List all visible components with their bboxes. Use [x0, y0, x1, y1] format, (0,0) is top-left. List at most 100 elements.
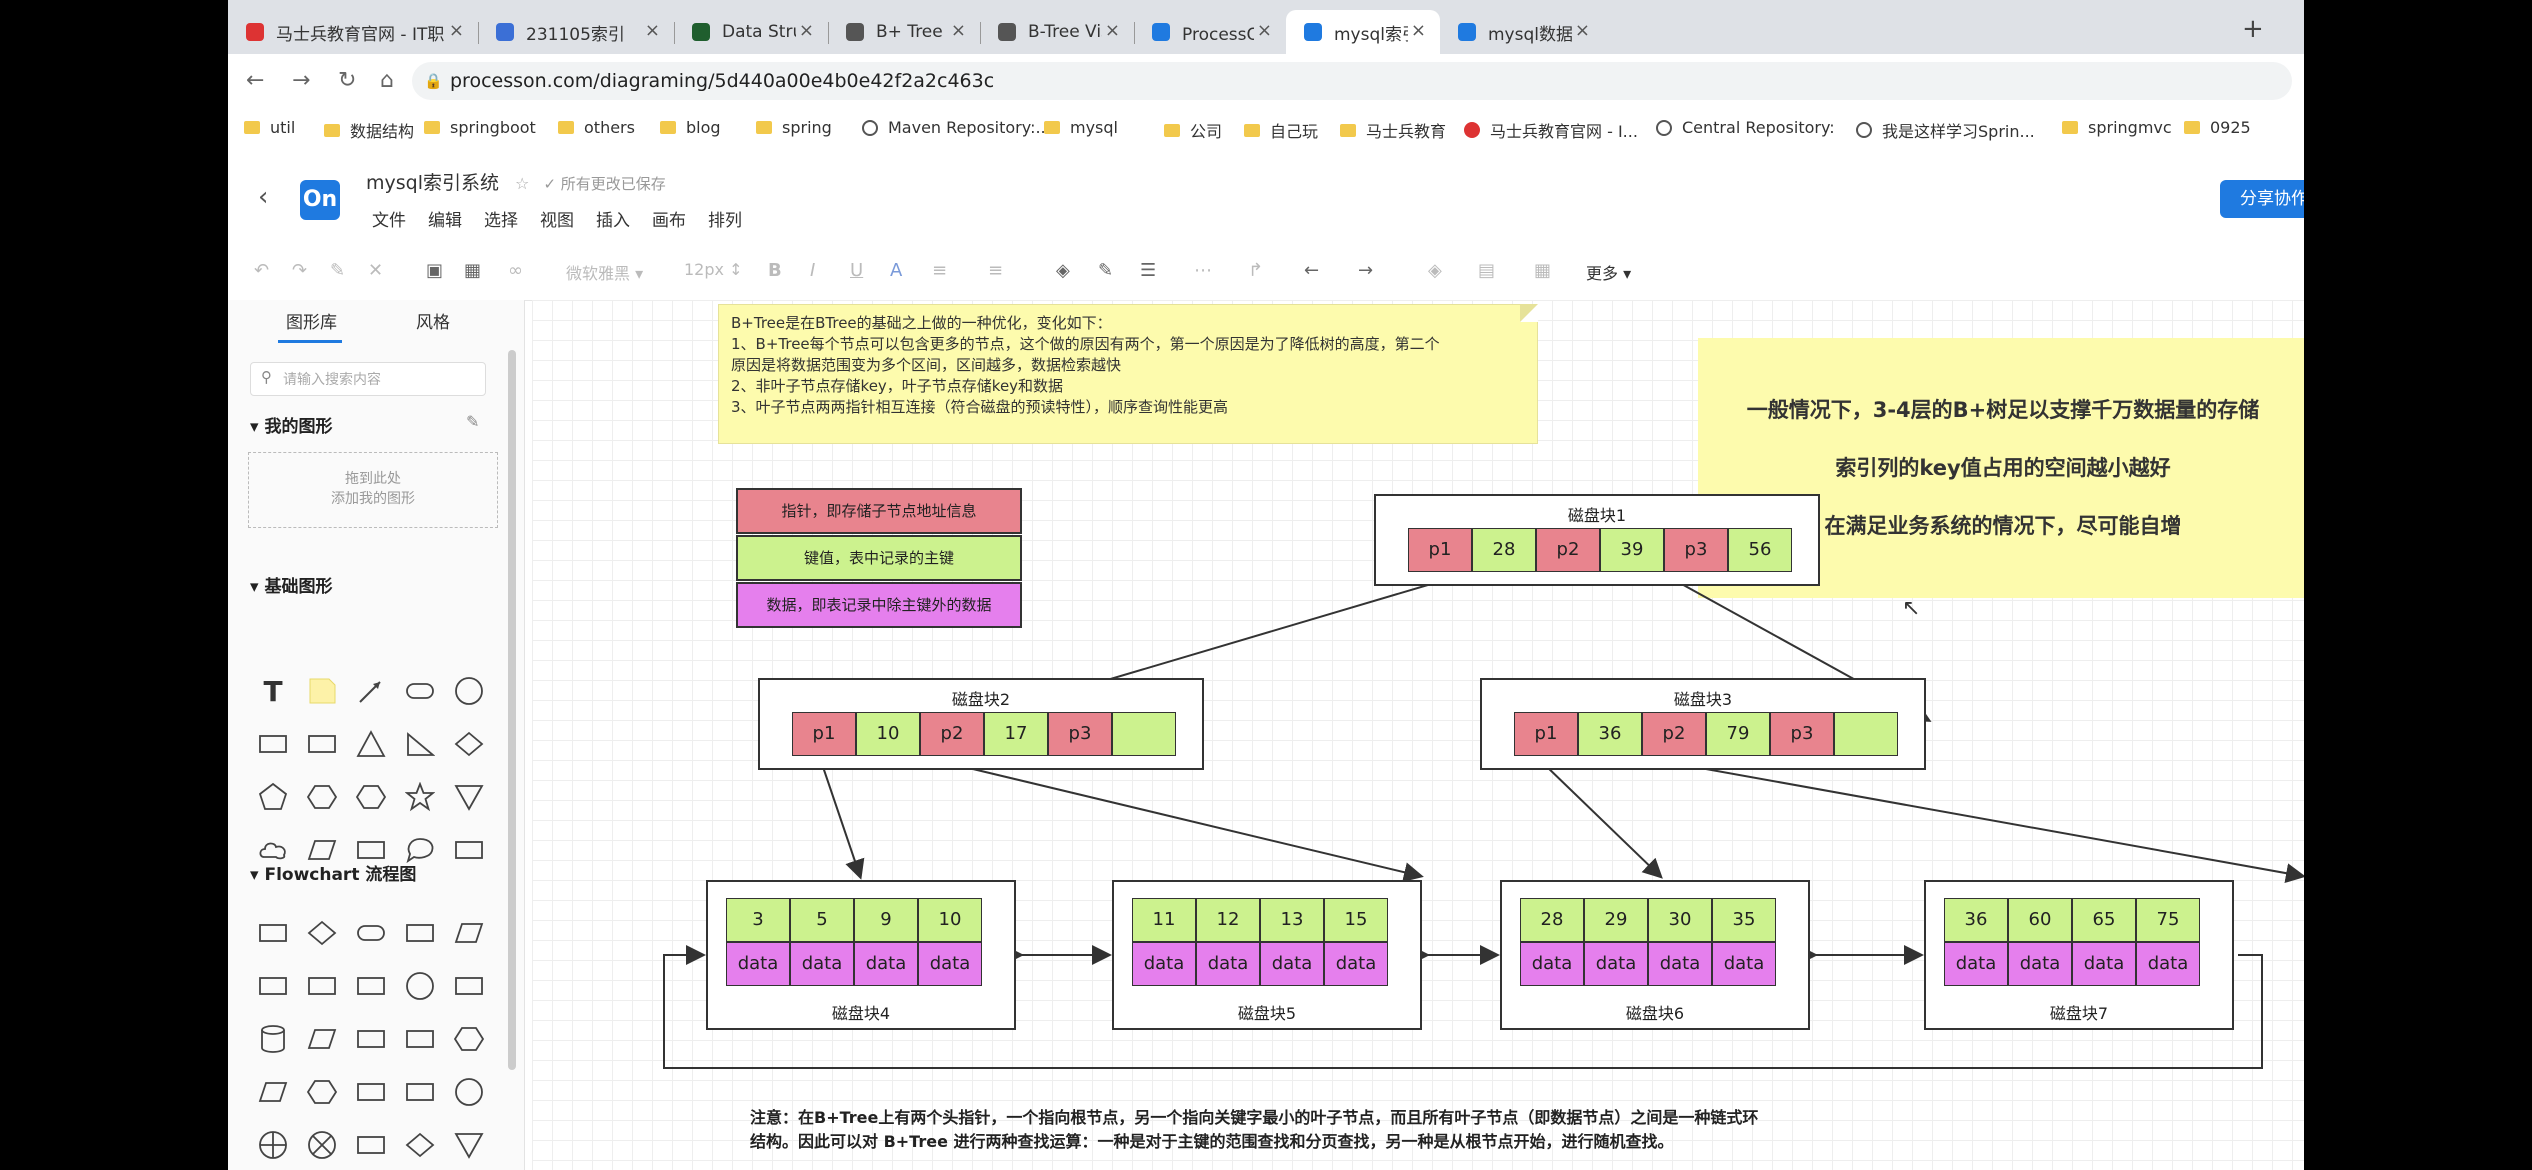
data-cell[interactable]: data	[854, 942, 918, 986]
direct-data-icon[interactable]	[454, 971, 484, 1001]
key-cell[interactable]: 79	[1706, 712, 1770, 756]
bookmark-4[interactable]: others	[558, 118, 635, 137]
data-cell[interactable]: data	[1324, 942, 1388, 986]
link-icon[interactable]: ∞	[508, 260, 523, 281]
more-menu[interactable]: 更多 ▾	[1586, 260, 1631, 284]
bookmark-15[interactable]: springmvc	[2062, 118, 2172, 137]
rect-icon[interactable]	[307, 729, 337, 759]
panel-scrollbar[interactable]	[508, 350, 516, 1070]
parallel-mode-icon[interactable]	[356, 1077, 386, 1107]
pointer-cell[interactable]: p3	[1770, 712, 1834, 756]
clear-format-icon[interactable]: ✕	[368, 260, 383, 281]
line-width-icon[interactable]: ☰	[1140, 260, 1156, 281]
predefined-process-icon[interactable]	[258, 971, 288, 1001]
font-size-select[interactable]: 12px ↕	[684, 260, 742, 279]
terminator-icon[interactable]	[356, 918, 386, 948]
line-color-icon[interactable]: ✎	[1098, 260, 1113, 281]
menu-item-2[interactable]: 编辑	[428, 211, 462, 231]
data-cell[interactable]: data	[2136, 942, 2200, 986]
reload-icon[interactable]: ↻	[338, 68, 356, 93]
footnote[interactable]: 注意：在B+Tree上有两个头指针，一个指向根节点，另一个指向关键字最小的叶子节…	[750, 1106, 1758, 1154]
menu-item-5[interactable]: 插入	[596, 211, 630, 231]
arrow-line-icon[interactable]	[356, 676, 386, 706]
process-icon[interactable]	[258, 918, 288, 948]
key-cell[interactable]: 3	[726, 898, 790, 942]
decision-icon[interactable]	[307, 918, 337, 948]
triangle-icon[interactable]	[356, 729, 386, 759]
key-cell[interactable]: 56	[1728, 528, 1792, 572]
pointer-cell[interactable]: p2	[1536, 528, 1600, 572]
merge-icon[interactable]	[405, 1130, 435, 1160]
tab-6[interactable]: ProcessOn - 我的文件×	[1134, 10, 1286, 54]
close-tab-icon[interactable]: ×	[1257, 20, 1272, 41]
my-shapes-header[interactable]: ▾ 我的图形	[250, 412, 332, 437]
document-title[interactable]: mysql索引系统 ☆ ✓ 所有更改已保存	[366, 168, 666, 195]
key-cell[interactable]	[1112, 712, 1176, 756]
key-cell[interactable]: 10	[856, 712, 920, 756]
group-icon[interactable]: ▦	[1534, 260, 1551, 281]
image-icon[interactable]: ▦	[464, 260, 481, 281]
hexagon-icon[interactable]	[307, 782, 337, 812]
back-icon[interactable]: ←	[246, 68, 264, 93]
lock-icon[interactable]: 🔒	[424, 72, 443, 90]
close-tab-icon[interactable]: ×	[1411, 20, 1426, 41]
font-color-icon[interactable]: A	[890, 260, 902, 281]
internal-storage-icon[interactable]	[356, 971, 386, 1001]
menu-item-3[interactable]: 选择	[484, 211, 518, 231]
key-cell[interactable]: 12	[1196, 898, 1260, 942]
disk-block-4[interactable]: 3 5 9 10 data data data data 磁盘块4	[706, 880, 1016, 1030]
card-icon[interactable]	[356, 1024, 386, 1054]
tab-8[interactable]: mysql数据结构选择-P×	[1440, 10, 1604, 54]
diagram-canvas[interactable]: B+Tree是在BTree的基础之上做的一种优化，变化如下： 1、B+Tree每个…	[532, 300, 2304, 1170]
bookmark-11[interactable]: 马士兵教育	[1340, 118, 1446, 142]
pointer-cell[interactable]: p1	[1514, 712, 1578, 756]
bold-icon[interactable]: B	[768, 260, 782, 281]
key-cell[interactable]: 13	[1260, 898, 1324, 942]
pentagon-icon[interactable]	[258, 782, 288, 812]
key-cell[interactable]: 29	[1584, 898, 1648, 942]
bookmark-5[interactable]: blog	[660, 118, 721, 137]
inverted-triangle-icon[interactable]	[454, 782, 484, 812]
pointer-cell[interactable]: p1	[1408, 528, 1472, 572]
rounded-rect-icon[interactable]	[405, 676, 435, 706]
bookmark-6[interactable]: spring	[756, 118, 832, 137]
manual-input-icon[interactable]	[307, 1024, 337, 1054]
back-chevron-icon[interactable]: ‹	[258, 182, 268, 212]
data-cell[interactable]: data	[1260, 942, 1324, 986]
pointer-cell[interactable]: p2	[1642, 712, 1706, 756]
bookmark-7[interactable]: Maven Repository:...	[862, 118, 1051, 137]
share-button[interactable]: 分享协作	[2220, 180, 2304, 218]
circle-icon[interactable]	[454, 676, 484, 706]
paper-tape-icon[interactable]	[405, 1024, 435, 1054]
data-cell[interactable]: data	[2072, 942, 2136, 986]
tab-style[interactable]: 风格	[416, 308, 450, 333]
menu-item-4[interactable]: 视图	[540, 211, 574, 231]
undo-icon[interactable]: ↶	[254, 260, 269, 281]
pointer-cell[interactable]: p2	[920, 712, 984, 756]
key-cell[interactable]: 28	[1472, 528, 1536, 572]
close-tab-icon[interactable]: ×	[799, 20, 814, 41]
key-cell[interactable]: 9	[854, 898, 918, 942]
data-cell[interactable]: data	[1132, 942, 1196, 986]
close-tab-icon[interactable]: ×	[951, 20, 966, 41]
key-cell[interactable]: 10	[918, 898, 982, 942]
close-tab-icon[interactable]: ×	[1575, 20, 1590, 41]
extract-icon[interactable]	[454, 1130, 484, 1160]
pointer-cell[interactable]: p1	[792, 712, 856, 756]
preparation-icon[interactable]	[307, 1077, 337, 1107]
data-cell[interactable]: data	[1712, 942, 1776, 986]
disk-block-6[interactable]: 28 29 30 35 data data data data 磁盘块6	[1500, 880, 1810, 1030]
data-cell[interactable]: data	[726, 942, 790, 986]
key-cell[interactable]: 11	[1132, 898, 1196, 942]
off-page-icon[interactable]	[356, 1130, 386, 1160]
key-cell[interactable]: 75	[2136, 898, 2200, 942]
data-cell[interactable]: data	[1196, 942, 1260, 986]
tab-7[interactable]: mysql索引系统-Proce×	[1286, 10, 1440, 54]
shape-search-input[interactable]: ⚲ 请输入搜索内容	[250, 362, 486, 396]
forward-icon[interactable]: →	[292, 68, 310, 93]
key-cell[interactable]: 17	[984, 712, 1048, 756]
menu-item-6[interactable]: 画布	[652, 211, 686, 231]
pointer-cell[interactable]: p3	[1664, 528, 1728, 572]
key-cell[interactable]: 36	[1578, 712, 1642, 756]
star-icon[interactable]: ☆	[515, 174, 529, 193]
